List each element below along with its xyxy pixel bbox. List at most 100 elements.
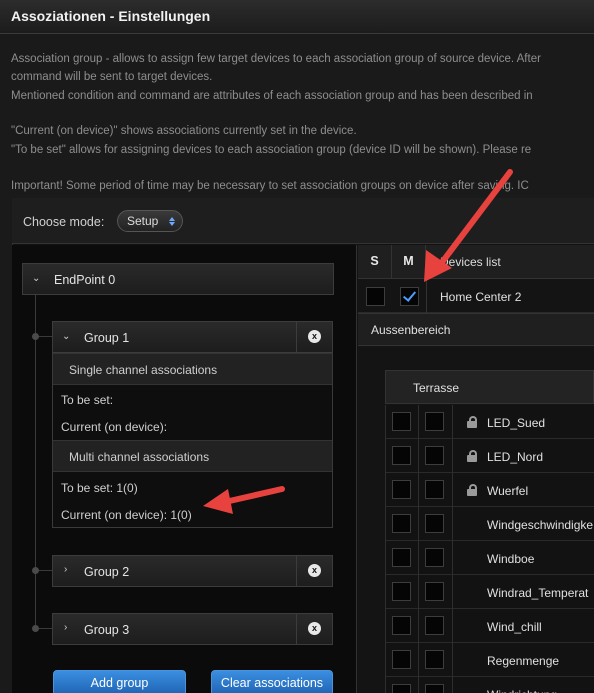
s-checkbox[interactable] <box>392 412 411 431</box>
description-line: command will be sent to target devices. <box>11 71 213 83</box>
description-line: Association group - allows to assign few… <box>11 53 541 65</box>
devices-header: S M Devices list <box>358 245 594 279</box>
m-checkbox[interactable] <box>425 480 444 499</box>
remove-group-button[interactable]: x <box>296 322 332 352</box>
subroom-label: Terrasse <box>413 381 460 395</box>
m-cell <box>419 473 453 507</box>
column-divider <box>426 279 427 313</box>
tree-node <box>32 333 39 340</box>
s-checkbox[interactable] <box>392 582 411 601</box>
s-cell <box>385 541 419 575</box>
device-row: Windgeschwindigke <box>385 507 594 541</box>
device-row: LED_Nord <box>385 439 594 473</box>
device-row-home-center: Home Center 2 <box>358 279 594 313</box>
m-cell <box>419 541 453 575</box>
m-cell <box>419 575 453 609</box>
s-checkbox[interactable] <box>392 650 411 669</box>
tree-connector <box>35 295 36 630</box>
description-line: Important! Some period of time may be ne… <box>11 180 529 192</box>
s-cell <box>385 643 419 677</box>
group-label: Group 2 <box>84 565 130 579</box>
single-current: Current (on device): <box>61 420 168 434</box>
column-m-header: M <box>392 245 426 279</box>
remove-group-button[interactable]: x <box>296 614 332 644</box>
clear-associations-button[interactable]: Clear associations <box>211 670 333 693</box>
m-checkbox[interactable] <box>425 616 444 635</box>
m-checkbox[interactable] <box>425 412 444 431</box>
group-label: Group 3 <box>84 623 130 637</box>
description-line: "Current (on device)" shows associations… <box>11 125 357 137</box>
lock-icon <box>467 450 477 462</box>
m-checkbox[interactable] <box>425 548 444 567</box>
description-line: Mentioned condition and command are attr… <box>11 90 533 102</box>
device-name: Windboe <box>487 552 535 566</box>
m-cell <box>419 405 453 439</box>
device-name: Home Center 2 <box>440 290 522 304</box>
m-cell <box>419 609 453 643</box>
device-name: Wuerfel <box>487 484 529 498</box>
m-checkbox[interactable] <box>400 287 419 306</box>
device-row: Regenmenge <box>385 643 594 677</box>
s-cell <box>385 677 419 693</box>
device-row: Wind_chill <box>385 609 594 643</box>
m-cell <box>419 677 453 693</box>
mode-select-value: Setup <box>127 214 159 228</box>
group-2-header[interactable]: › Group 2 x <box>52 555 333 587</box>
s-cell <box>385 575 419 609</box>
s-cell <box>385 609 419 643</box>
lock-icon <box>467 484 477 496</box>
endpoint-header[interactable]: ⌄ EndPoint 0 <box>22 263 334 295</box>
room-header[interactable]: Aussenbereich <box>358 313 594 346</box>
subroom-header[interactable]: Terrasse <box>385 370 594 404</box>
m-cell <box>419 439 453 473</box>
s-cell <box>385 439 419 473</box>
chevron-down-icon: ⌄ <box>62 331 71 342</box>
m-checkbox[interactable] <box>425 684 444 693</box>
group-1-header[interactable]: ⌄ Group 1 x <box>52 321 333 353</box>
m-cell <box>419 643 453 677</box>
add-group-button[interactable]: Add group <box>53 670 186 693</box>
m-checkbox[interactable] <box>425 446 444 465</box>
mode-bar: Choose mode: Setup <box>12 198 594 244</box>
s-checkbox[interactable] <box>392 616 411 635</box>
group-1-body: Single channel associations To be set: C… <box>52 353 333 528</box>
device-name: Windrichtung <box>487 688 557 693</box>
room-label: Aussenbereich <box>371 323 451 337</box>
device-name: LED_Sued <box>487 416 546 430</box>
lock-icon <box>467 416 477 428</box>
mode-select[interactable]: Setup <box>117 210 183 232</box>
s-checkbox[interactable] <box>392 480 411 499</box>
group-3-header[interactable]: › Group 3 x <box>52 613 333 645</box>
s-checkbox[interactable] <box>392 514 411 533</box>
single-channel-label: Single channel associations <box>69 363 218 377</box>
title-bar: Assoziationen - Einstellungen <box>0 0 594 34</box>
m-checkbox[interactable] <box>425 514 444 533</box>
multi-channel-header[interactable]: Multi channel associations <box>53 440 332 472</box>
chevron-right-icon: › <box>64 564 68 575</box>
multi-channel-label: Multi channel associations <box>69 450 210 464</box>
device-row: Windboe <box>385 541 594 575</box>
column-s-header: S <box>358 245 392 279</box>
select-arrows-icon <box>168 214 176 227</box>
s-checkbox[interactable] <box>392 548 411 567</box>
m-checkbox[interactable] <box>425 650 444 669</box>
multi-current: Current (on device): 1(0) <box>61 508 192 522</box>
single-channel-header[interactable]: Single channel associations <box>53 353 332 385</box>
remove-group-button[interactable]: x <box>296 556 332 586</box>
m-checkbox[interactable] <box>425 582 444 601</box>
single-to-be-set: To be set: <box>61 393 114 407</box>
window-title: Assoziationen - Einstellungen <box>11 8 211 24</box>
chevron-right-icon: › <box>64 622 68 633</box>
s-checkbox[interactable] <box>366 287 385 306</box>
group-label: Group 1 <box>84 331 130 345</box>
endpoint-label: EndPoint 0 <box>54 273 116 287</box>
close-icon: x <box>308 622 321 635</box>
s-checkbox[interactable] <box>392 684 411 693</box>
description-line: "To be set" allows for assigning devices… <box>11 144 532 156</box>
device-name: LED_Nord <box>487 450 544 464</box>
device-row: LED_Sued <box>385 405 594 439</box>
mode-label: Choose mode: <box>23 215 105 229</box>
close-icon: x <box>308 564 321 577</box>
s-checkbox[interactable] <box>392 446 411 465</box>
device-name: Windrad_Temperat <box>487 586 589 600</box>
